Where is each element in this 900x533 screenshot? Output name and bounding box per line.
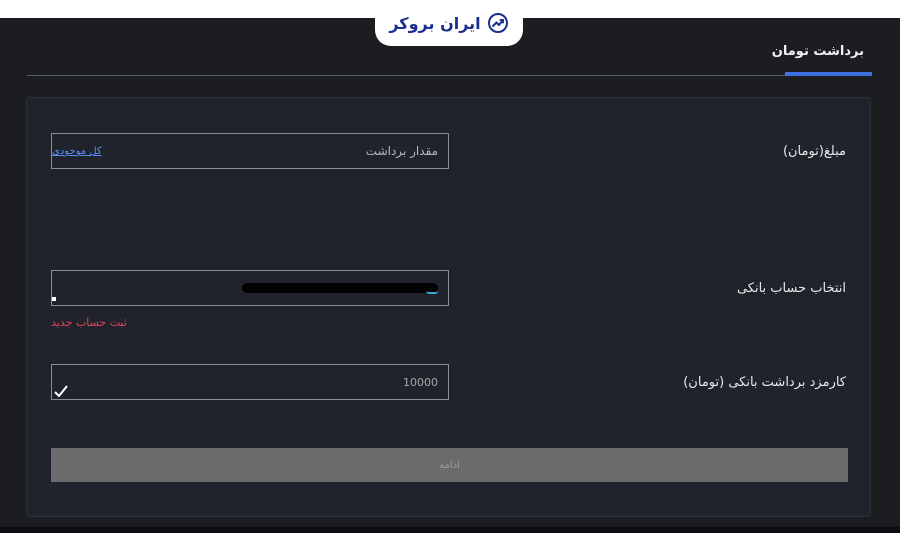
tab-withdraw-toman[interactable]: برداشت تومان: [772, 44, 864, 59]
fee-field: 10000: [51, 364, 449, 400]
tab-divider: [27, 75, 872, 76]
bank-account-label: انتخاب حساب بانکی: [736, 281, 846, 296]
brand-logo[interactable]: ایران بروکر: [375, 0, 523, 46]
bank-account-select[interactable]: [51, 270, 449, 306]
fee-value: 10000: [403, 376, 438, 389]
all-balance-link[interactable]: کل موجودی: [52, 146, 102, 157]
amount-label: مبلغ(تومان): [782, 144, 846, 159]
add-new-account-link[interactable]: ثبت حساب جدید: [51, 316, 127, 329]
fee-label: کارمزد برداشت بانکی (تومان): [683, 375, 846, 390]
amount-placeholder: مقدار برداشت: [365, 144, 438, 158]
bottom-bar: [0, 527, 900, 533]
tab-active-indicator: [785, 72, 872, 76]
masked-account-number: [242, 283, 438, 293]
check-icon: [54, 385, 68, 397]
withdraw-form-card: مبلغ(تومان) مقدار برداشت کل موجودی انتخا…: [26, 97, 871, 517]
continue-button[interactable]: ادامه: [51, 448, 848, 482]
dropdown-corner-icon: [52, 297, 56, 301]
trend-chart-icon: [487, 13, 508, 33]
brand-name: ایران بروکر: [389, 13, 481, 33]
bank-logo-icon: [426, 286, 438, 294]
amount-input[interactable]: مقدار برداشت کل موجودی: [51, 133, 449, 169]
